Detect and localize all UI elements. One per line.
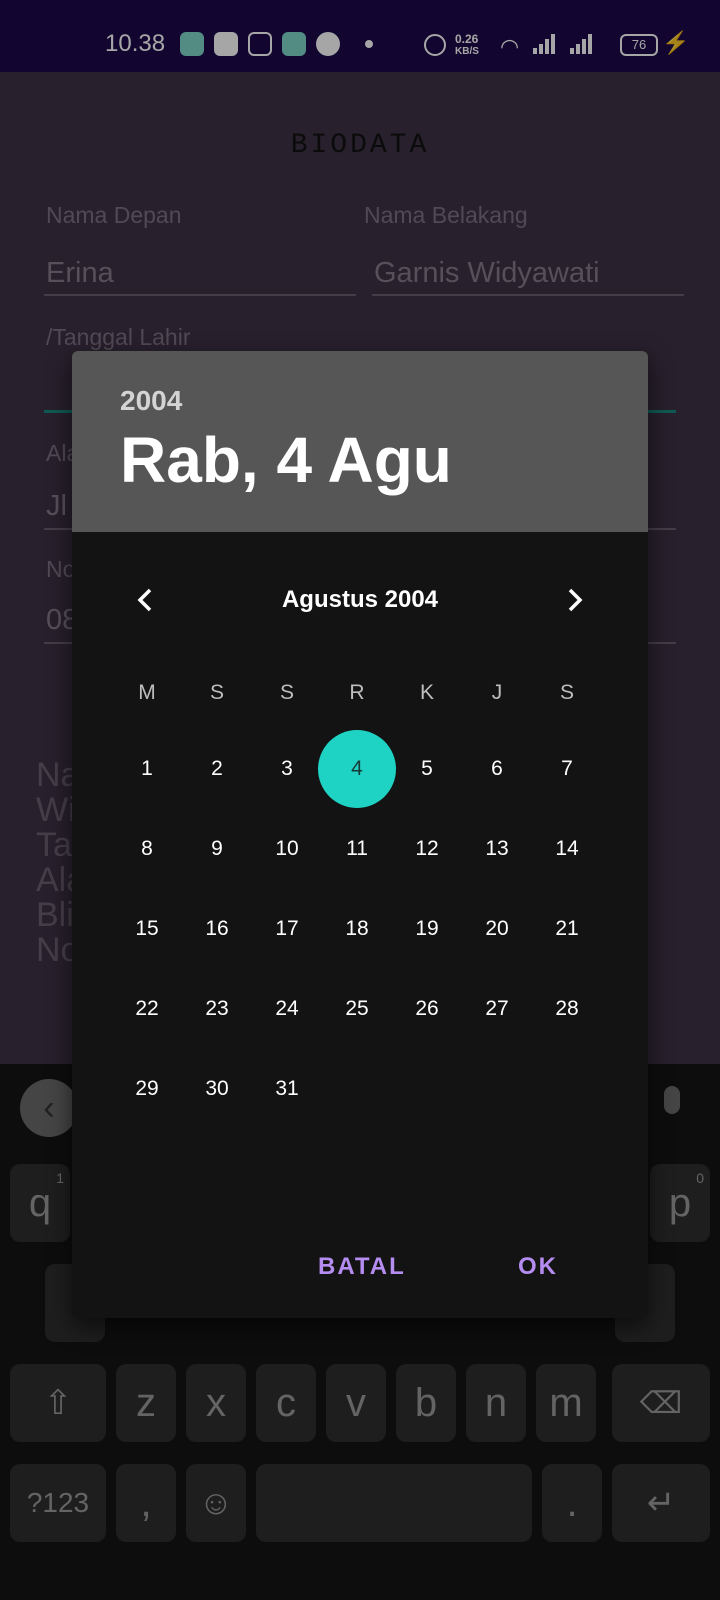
- calendar-day[interactable]: 19: [388, 890, 466, 968]
- calendar-day[interactable]: 10: [248, 810, 326, 888]
- next-month-button[interactable]: [554, 580, 594, 620]
- calendar-day[interactable]: 12: [388, 810, 466, 888]
- calendar-day[interactable]: 1: [108, 730, 186, 808]
- calendar-day[interactable]: 25: [318, 970, 396, 1048]
- calendar-day[interactable]: 29: [108, 1050, 186, 1128]
- calendar-day[interactable]: 26: [388, 970, 466, 1048]
- calendar-day[interactable]: 7: [528, 730, 606, 808]
- calendar-day[interactable]: 22: [108, 970, 186, 1048]
- header-date[interactable]: Rab, 4 Agu: [120, 423, 452, 497]
- calendar-day[interactable]: 23: [178, 970, 256, 1048]
- chevron-right-icon: [568, 588, 583, 612]
- calendar-day[interactable]: 27: [458, 970, 536, 1048]
- calendar-day[interactable]: 21: [528, 890, 606, 968]
- cancel-button[interactable]: BATAL: [318, 1253, 406, 1281]
- weekday-label: S: [559, 681, 574, 704]
- weekday-label: M: [138, 681, 156, 704]
- calendar-day-selected[interactable]: 4: [318, 730, 396, 808]
- calendar-day[interactable]: 8: [108, 810, 186, 888]
- weekday-label: S: [209, 681, 224, 704]
- calendar-day[interactable]: 14: [528, 810, 606, 888]
- calendar-day[interactable]: 18: [318, 890, 396, 968]
- calendar-day[interactable]: 11: [318, 810, 396, 888]
- calendar-day[interactable]: 13: [458, 810, 536, 888]
- calendar-day[interactable]: 24: [248, 970, 326, 1048]
- calendar-day[interactable]: 20: [458, 890, 536, 968]
- calendar-day[interactable]: 28: [528, 970, 606, 1048]
- weekday-label: R: [349, 681, 365, 704]
- date-picker-dialog: 2004 Rab, 4 Agu Agustus 2004 MSSRKJS 123…: [72, 351, 648, 1318]
- calendar-day[interactable]: 6: [458, 730, 536, 808]
- calendar-day[interactable]: 2: [178, 730, 256, 808]
- ok-button[interactable]: OK: [518, 1253, 558, 1281]
- calendar-day[interactable]: 3: [248, 730, 326, 808]
- calendar-day[interactable]: 15: [108, 890, 186, 968]
- calendar-day[interactable]: 30: [178, 1050, 256, 1128]
- calendar-day[interactable]: 17: [248, 890, 326, 968]
- calendar-day[interactable]: 16: [178, 890, 256, 968]
- weekday-label: J: [491, 681, 503, 704]
- date-picker-header: 2004 Rab, 4 Agu: [72, 351, 648, 532]
- weekday-label: K: [419, 681, 434, 704]
- calendar-day[interactable]: 5: [388, 730, 466, 808]
- calendar-day[interactable]: 31: [248, 1050, 326, 1128]
- header-year[interactable]: 2004: [120, 385, 182, 417]
- weekday-label: S: [279, 681, 294, 704]
- calendar-day[interactable]: 9: [178, 810, 256, 888]
